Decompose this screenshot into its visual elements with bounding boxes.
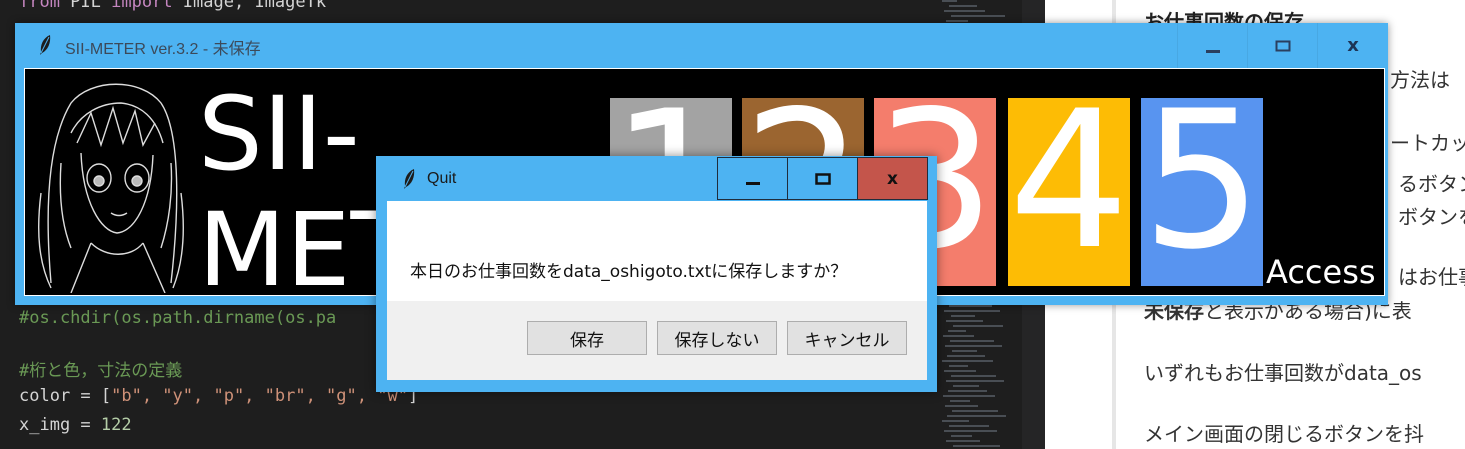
minimap-line (952, 350, 977, 352)
minimap-line (944, 310, 1000, 312)
minimap-line (943, 395, 995, 397)
code-line: x_img = 122 (19, 415, 132, 435)
minimap-line (951, 435, 972, 437)
maximize-button[interactable] (1247, 23, 1318, 68)
digit-label: 4 (1008, 98, 1130, 286)
minimap-line (946, 320, 983, 322)
dialog-title: Quit (427, 170, 457, 187)
feather-icon (404, 169, 415, 189)
minimap-line (953, 325, 1003, 327)
article-text: ートカッ (1390, 131, 1465, 155)
minimap-line (946, 380, 1004, 382)
minimap-line (948, 330, 966, 332)
minimize-icon (745, 181, 760, 185)
minimap-line (944, 370, 976, 372)
article-text: ボタンを (1398, 205, 1465, 229)
minimap-line (953, 445, 1000, 447)
minimap-line (951, 375, 996, 377)
article-text: いずれもお仕事回数がdata_os (1144, 361, 1422, 385)
minimap-line (945, 345, 1002, 347)
minimap-line (943, 335, 974, 337)
minimap-line (946, 20, 968, 22)
code-line: #os.chdir(os.path.dirname(os.pa (19, 308, 337, 328)
article-text: はお仕事 (1398, 265, 1465, 289)
close-button[interactable]: x (1317, 23, 1388, 68)
minimize-button[interactable] (1177, 23, 1248, 68)
dialog-footer: 保存 保存しない キャンセル (387, 301, 927, 380)
minimap-line (946, 440, 980, 442)
code-line: #桁と色，寸法の定義 (19, 361, 183, 381)
dialog-message: 本日のお仕事回数をdata_oshigoto.txtに保存しますか？ (410, 262, 848, 282)
access-label: Access (1266, 253, 1376, 291)
digit-tile-5: 5 (1141, 98, 1263, 286)
close-button[interactable]: x (857, 157, 928, 200)
article-text: 方法は (1390, 68, 1450, 92)
minimap-line (947, 415, 1006, 417)
code-line: color = ["b", "y", "p", "br", "g", "w"] (19, 386, 419, 406)
minimap-line (945, 405, 978, 407)
minimap-line (950, 400, 970, 402)
main-titlebar[interactable]: SII-METER ver.3.2 - 未保存 x (15, 23, 1388, 68)
minimap-line (953, 385, 979, 387)
minimap-line (951, 315, 975, 317)
digit-tile-4: 4 (1008, 98, 1130, 286)
minimap-line (949, 365, 968, 367)
window-title: SII-METER ver.3.2 - 未保存 (65, 41, 261, 58)
minimap-line (949, 5, 977, 7)
character-illustration (37, 83, 185, 293)
minimap-line (951, 15, 1005, 17)
minimap-line (950, 340, 994, 342)
maximize-icon (1275, 40, 1291, 51)
feather-icon (40, 35, 51, 55)
logo-text-line1: SII- (198, 75, 360, 194)
minimize-icon (1206, 49, 1220, 53)
minimap-line (952, 410, 998, 412)
minimap-line (942, 0, 957, 2)
minimap-line (948, 390, 987, 392)
digit-label: 5 (1141, 98, 1263, 286)
dialog-body: 本日のお仕事回数をdata_oshigoto.txtに保存しますか？ (387, 201, 927, 301)
article-text: るボタン (1398, 172, 1465, 196)
minimap-line (942, 420, 969, 422)
close-icon: x (1347, 35, 1359, 56)
minimize-button[interactable] (717, 157, 788, 200)
minimap-line (944, 430, 997, 432)
article-text: メイン画面の閉じるボタンを抖 (1144, 422, 1424, 446)
save-button[interactable]: 保存 (527, 321, 647, 355)
dont-save-button[interactable]: 保存しない (657, 321, 777, 355)
code-line: from PIL import Image, ImageTk (19, 0, 327, 12)
minimap-line (947, 355, 985, 357)
quit-dialog: Quit x 本日のお仕事回数をdata_oshigoto.txtに保存しますか… (376, 156, 937, 392)
minimap-line (949, 305, 992, 307)
cancel-button[interactable]: キャンセル (787, 321, 907, 355)
close-icon: x (887, 168, 898, 189)
quit-titlebar[interactable]: Quit x (376, 156, 937, 201)
minimap-line (942, 360, 993, 362)
maximize-button[interactable] (787, 157, 858, 200)
maximize-icon (814, 172, 831, 185)
minimap-line (949, 425, 989, 427)
minimap-line (944, 10, 985, 12)
